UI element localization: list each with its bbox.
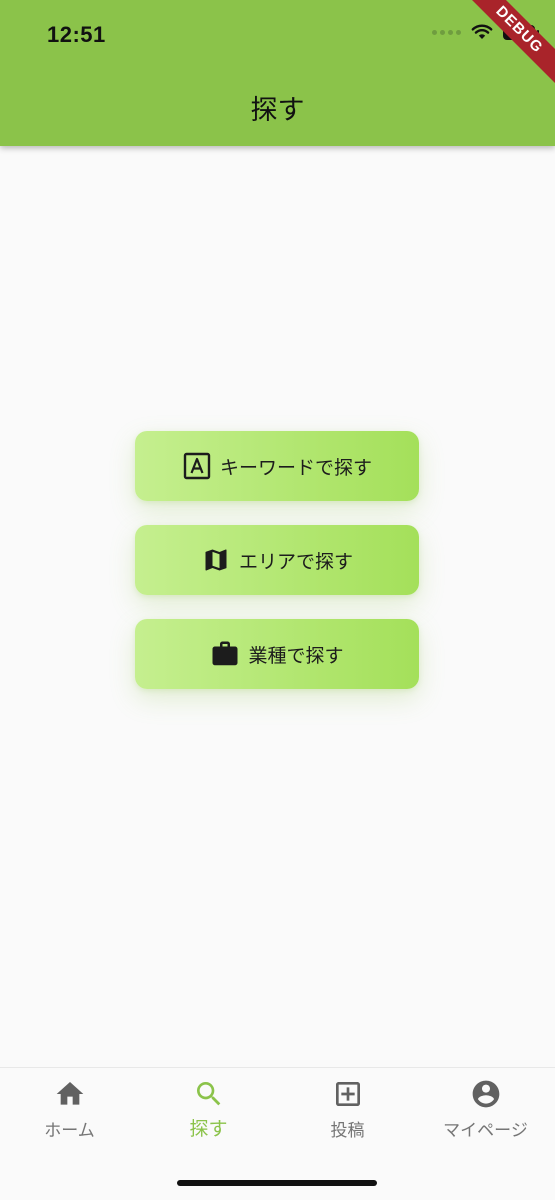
area-search-label: エリアで探す [238, 550, 353, 573]
wifi-icon [471, 24, 493, 39]
nav-label-post: 投稿 [330, 1121, 365, 1141]
search-options: キーワードで探す エリアで探す 業種で探す [135, 431, 419, 713]
app-bar: 12:51 探す [0, 0, 555, 146]
search-icon [193, 1078, 225, 1110]
account-circle-icon [470, 1078, 502, 1110]
home-indicator[interactable] [177, 1180, 377, 1186]
keyword-a-icon [182, 451, 212, 481]
nav-label-search: 探す [189, 1118, 228, 1140]
nav-label-home: ホーム [44, 1121, 95, 1141]
status-time: 12:51 [47, 22, 106, 47]
nav-item-post[interactable]: 投稿 [278, 1078, 417, 1158]
page-title: 探す [250, 95, 305, 126]
nav-item-home[interactable]: ホーム [0, 1078, 139, 1158]
home-icon [54, 1078, 86, 1110]
nav-item-search[interactable]: 探す [139, 1078, 278, 1158]
keyword-search-label: キーワードで探す [219, 456, 372, 479]
app-screen: 12:51 探す DEBUG キーワードで探す エリアで探す 業種で探す ホーム… [0, 0, 555, 1200]
nav-item-mypage[interactable]: マイページ [416, 1078, 555, 1158]
map-icon [201, 545, 231, 575]
keyword-search-button[interactable]: キーワードで探す [135, 431, 419, 501]
industry-search-button[interactable]: 業種で探す [135, 619, 419, 689]
add-box-icon [332, 1078, 364, 1110]
industry-search-label: 業種で探す [248, 644, 344, 667]
cellular-signal-icon [432, 29, 461, 35]
briefcase-icon [210, 639, 240, 669]
nav-label-mypage: マイページ [443, 1121, 528, 1141]
area-search-button[interactable]: エリアで探す [135, 525, 419, 595]
